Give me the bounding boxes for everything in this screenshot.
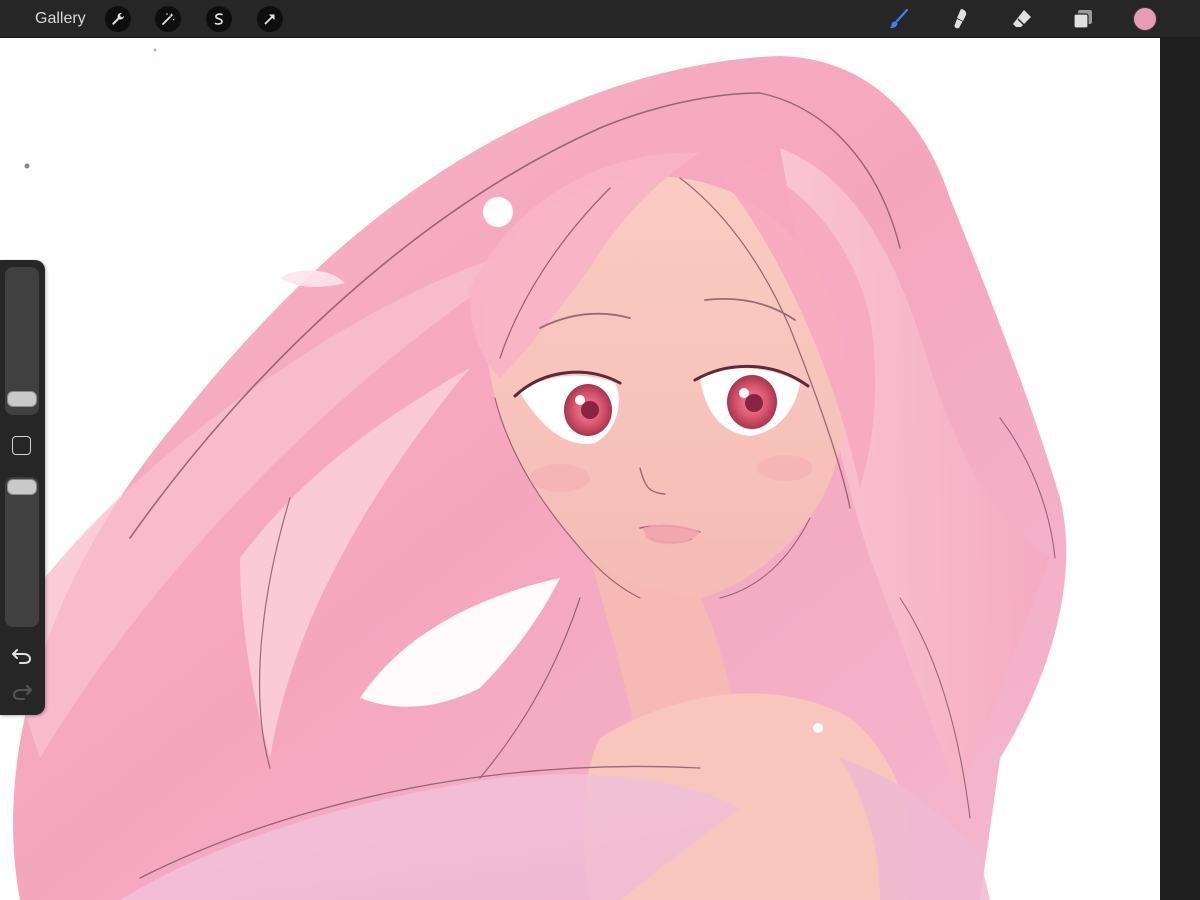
selection-button[interactable] (206, 6, 232, 32)
adjustments-button[interactable] (155, 6, 181, 32)
gallery-button[interactable]: Gallery (35, 9, 86, 29)
color-picker-button[interactable] (1133, 7, 1157, 31)
top-toolbar: Gallery (0, 0, 1200, 38)
brush-tool-button[interactable] (886, 6, 912, 32)
transform-button[interactable] (257, 6, 283, 32)
undo-button[interactable] (10, 645, 34, 667)
layers-button[interactable] (1070, 6, 1096, 32)
transform-arrow-icon (264, 14, 275, 25)
undo-icon (12, 649, 32, 664)
modify-button[interactable] (12, 436, 31, 455)
brush-icon (889, 8, 909, 29)
selection-icon (214, 13, 223, 25)
smudge-icon (954, 9, 967, 29)
redo-icon (12, 685, 32, 700)
magic-wand-icon (162, 13, 175, 25)
drawing-canvas[interactable] (0, 38, 1160, 900)
smudge-tool-button[interactable] (947, 6, 973, 32)
left-sidebar (0, 260, 45, 715)
eraser-icon (1013, 10, 1031, 27)
procreate-app: Gallery (0, 0, 1200, 900)
brush-opacity-thumb[interactable] (7, 479, 37, 495)
layers-icon (1073, 10, 1092, 29)
eraser-tool-button[interactable] (1009, 6, 1035, 32)
redo-button[interactable] (10, 681, 34, 703)
brush-size-thumb[interactable] (7, 390, 37, 407)
actions-button[interactable] (105, 6, 131, 32)
brush-opacity-slider[interactable] (5, 477, 39, 627)
wrench-icon (112, 13, 124, 25)
artwork-illustration (0, 48, 1067, 900)
canvas-gutter (1160, 38, 1200, 900)
brush-size-slider[interactable] (5, 267, 39, 415)
